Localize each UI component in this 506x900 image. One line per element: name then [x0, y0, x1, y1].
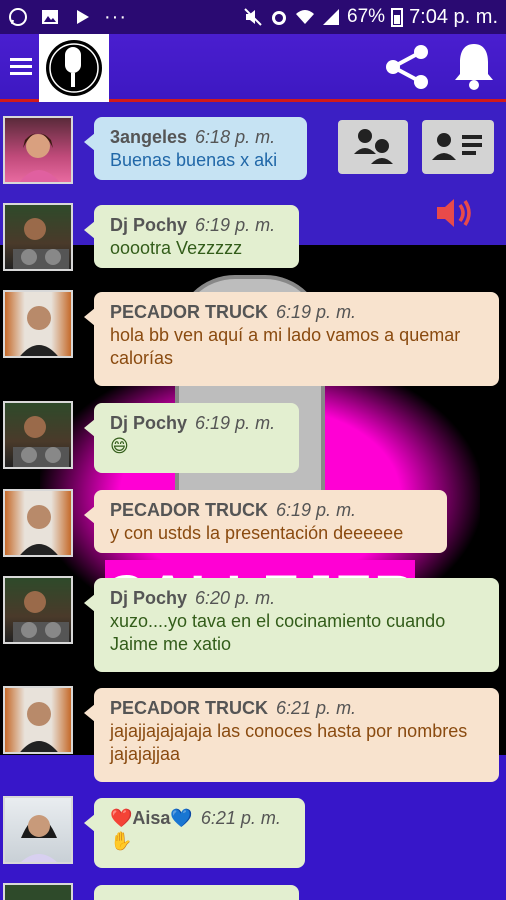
share-icon [386, 45, 428, 89]
message-time: 6:18 p. m. [195, 127, 276, 147]
message-time: 6:21 p. m. [276, 698, 357, 718]
more-notifications-icon: ··· [104, 5, 127, 28]
users-online-button[interactable] [338, 120, 408, 174]
message-text: ✋ [110, 831, 133, 851]
message-bubble[interactable]: PECADOR TRUCK 6:19 p. m. hola bb ven aquí… [84, 292, 499, 386]
avatar[interactable] [3, 489, 73, 557]
mute-icon [244, 8, 262, 26]
message-username[interactable]: 3angeles [110, 126, 187, 149]
message-bubble[interactable]: ❤️Aisa💙 6:21 p. m. ✋ [84, 798, 305, 868]
message-time: 6:19 p. m. [276, 500, 357, 520]
menu-icon[interactable] [10, 54, 32, 82]
battery-icon [391, 8, 404, 27]
user-photo [20, 505, 58, 555]
wifi-icon [296, 10, 315, 24]
message-username[interactable]: Dj Pochy [110, 214, 187, 237]
avatar[interactable] [3, 116, 73, 184]
whatsapp-icon [9, 8, 27, 26]
message-username[interactable]: PECADOR TRUCK [110, 301, 268, 324]
avatar[interactable] [3, 796, 73, 864]
share-button[interactable] [382, 42, 432, 92]
avatar[interactable] [3, 576, 73, 644]
message-time: 6:19 p. m. [195, 413, 276, 433]
play-icon [77, 10, 89, 24]
message-username[interactable]: PECADOR TRUCK [110, 697, 268, 720]
clock: 7:04 p. m. [409, 5, 498, 28]
message-bubble[interactable]: PECADOR TRUCK 6:21 p. m. jajajjajajajaja … [84, 688, 499, 782]
message-bubble[interactable]: Dj Pochy 6:19 p. m. 😄 [84, 403, 299, 473]
notifications-button[interactable] [452, 40, 496, 92]
sound-toggle-button[interactable] [435, 193, 473, 233]
message-bubble[interactable]: 3angeles 6:18 p. m. Buenas buenas x aki [84, 117, 307, 180]
user-photo [13, 218, 69, 269]
user-photo [13, 591, 69, 642]
app-bar [0, 34, 506, 102]
message-text: 😄 [110, 436, 129, 456]
message-text: xuzo....yo tava en el cocinamiento cuand… [110, 611, 446, 654]
message-bubble[interactable]: Dj Pochy 6:20 p. m. xuzo....yo tava en el… [84, 578, 499, 672]
user-photo [20, 702, 58, 752]
message-bubble[interactable]: PECADOR TRUCK 6:19 p. m. y con ustds la p… [84, 490, 447, 553]
message-time: 6:21 p. m. [200, 808, 281, 828]
message-time: 6:19 p. m. [195, 215, 276, 235]
avatar[interactable] [3, 883, 73, 900]
message-username[interactable]: Dj Pochy [110, 412, 187, 435]
message-text: y con ustds la presentación deeeeee [110, 523, 404, 543]
status-bar: ··· 67% 7:04 p. m. [0, 0, 506, 34]
signal-icon [323, 9, 340, 25]
speaker-icon [437, 199, 471, 227]
message-text: jajajjajajajaja las conoces hasta por no… [110, 721, 468, 764]
user-photo [20, 306, 58, 356]
avatar[interactable] [3, 203, 73, 271]
microphone-logo-icon [46, 40, 102, 96]
message-bubble[interactable] [94, 885, 299, 900]
message-text: Buenas buenas x aki [110, 150, 278, 170]
message-time: 6:19 p. m. [276, 302, 357, 322]
message-username[interactable]: ❤️Aisa💙 [110, 807, 193, 830]
message-text: hola bb ven aquí a mi lado vamos a quema… [110, 325, 461, 368]
group-icon [354, 129, 393, 164]
battery-percent: 67% [347, 6, 386, 27]
user-photo [13, 416, 69, 467]
profile-button[interactable] [422, 120, 494, 174]
avatar[interactable] [3, 401, 73, 469]
message-username[interactable]: Dj Pochy [110, 587, 187, 610]
avatar[interactable] [3, 290, 73, 358]
profile-card-icon [432, 133, 482, 160]
alarm-icon [272, 11, 287, 25]
message-username[interactable]: PECADOR TRUCK [110, 499, 268, 522]
user-photo [19, 133, 60, 182]
logo[interactable] [39, 34, 109, 102]
avatar[interactable] [3, 686, 73, 754]
gallery-icon [42, 10, 58, 24]
message-bubble[interactable]: Dj Pochy 6:19 p. m. ooootra Vezzzzz [84, 205, 299, 268]
user-photo [21, 815, 57, 862]
bell-icon [455, 44, 493, 90]
message-time: 6:20 p. m. [195, 588, 276, 608]
message-text: ooootra Vezzzzz [110, 238, 243, 258]
